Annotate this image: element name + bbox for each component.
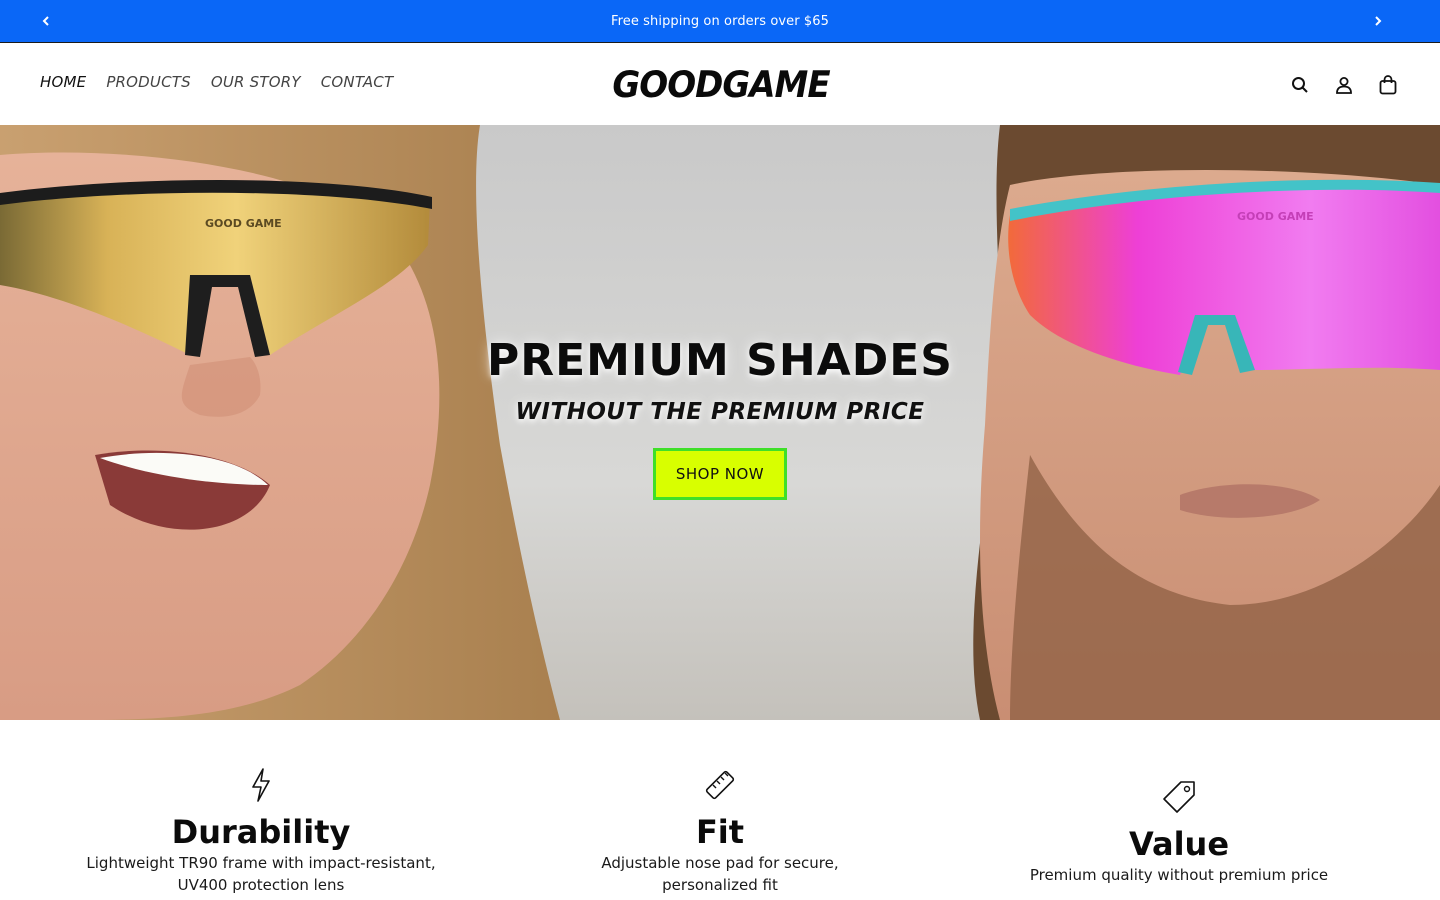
hero-title: PREMIUM SHADES [486,335,953,386]
hero-subtitle: WITHOUT THE PREMIUM PRICE [515,399,925,425]
main-nav: HOME PRODUCTS OUR STORY CONTACT [40,73,413,91]
lightning-icon [60,768,462,802]
feature-value: Value Premium quality without premium pr… [980,780,1378,886]
feature-fit: Fit Adjustable nose pad for secure, pers… [520,768,920,896]
feature-durability: Durability Lightweight TR90 frame with i… [60,768,462,896]
feature-title: Durability [171,813,351,851]
ruler-icon [520,768,920,802]
search-icon[interactable] [1288,73,1312,97]
site-logo[interactable]: GOODGAME [612,63,830,107]
nav-contact[interactable]: CONTACT [321,73,394,91]
nav-products[interactable]: PRODUCTS [106,73,191,91]
nav-home[interactable]: HOME [40,73,86,91]
feature-text-line: personalized fit [662,876,778,894]
features-section: Durability Lightweight TR90 frame with i… [0,720,1440,900]
lens-brand-right: GOOD GAME [1237,210,1314,223]
chevron-right-icon[interactable] [1368,11,1388,31]
feature-text-line: Lightweight TR90 frame with impact-resis… [86,854,436,872]
shop-now-button[interactable]: SHOP NOW [653,448,787,500]
feature-title: Value [1128,825,1230,863]
feature-text-line: Premium quality without premium price [1029,866,1329,884]
feature-title: Fit [695,813,745,851]
lens-brand-left: GOOD GAME [205,217,282,230]
logo-text: GOODGAME [612,63,830,107]
feature-text-line: Adjustable nose pad for secure, [601,854,839,872]
announcement-text: Free shipping on orders over $65 [610,13,830,29]
chevron-left-icon[interactable] [36,11,56,31]
cart-icon[interactable] [1376,73,1400,97]
announcement-bar: Free shipping on orders over $65 [0,0,1440,42]
hero-banner: GOOD GAME GOOD GAME PREMIUM SHADES WITHO… [0,125,1440,720]
account-icon[interactable] [1332,73,1356,97]
feature-text-line: UV400 protection lens [177,876,345,894]
site-header: HOME PRODUCTS OUR STORY CONTACT GOODGAME [0,43,1440,125]
header-actions [1288,73,1400,97]
nav-our-story[interactable]: OUR STORY [211,73,301,91]
price-tag-icon [980,780,1378,814]
